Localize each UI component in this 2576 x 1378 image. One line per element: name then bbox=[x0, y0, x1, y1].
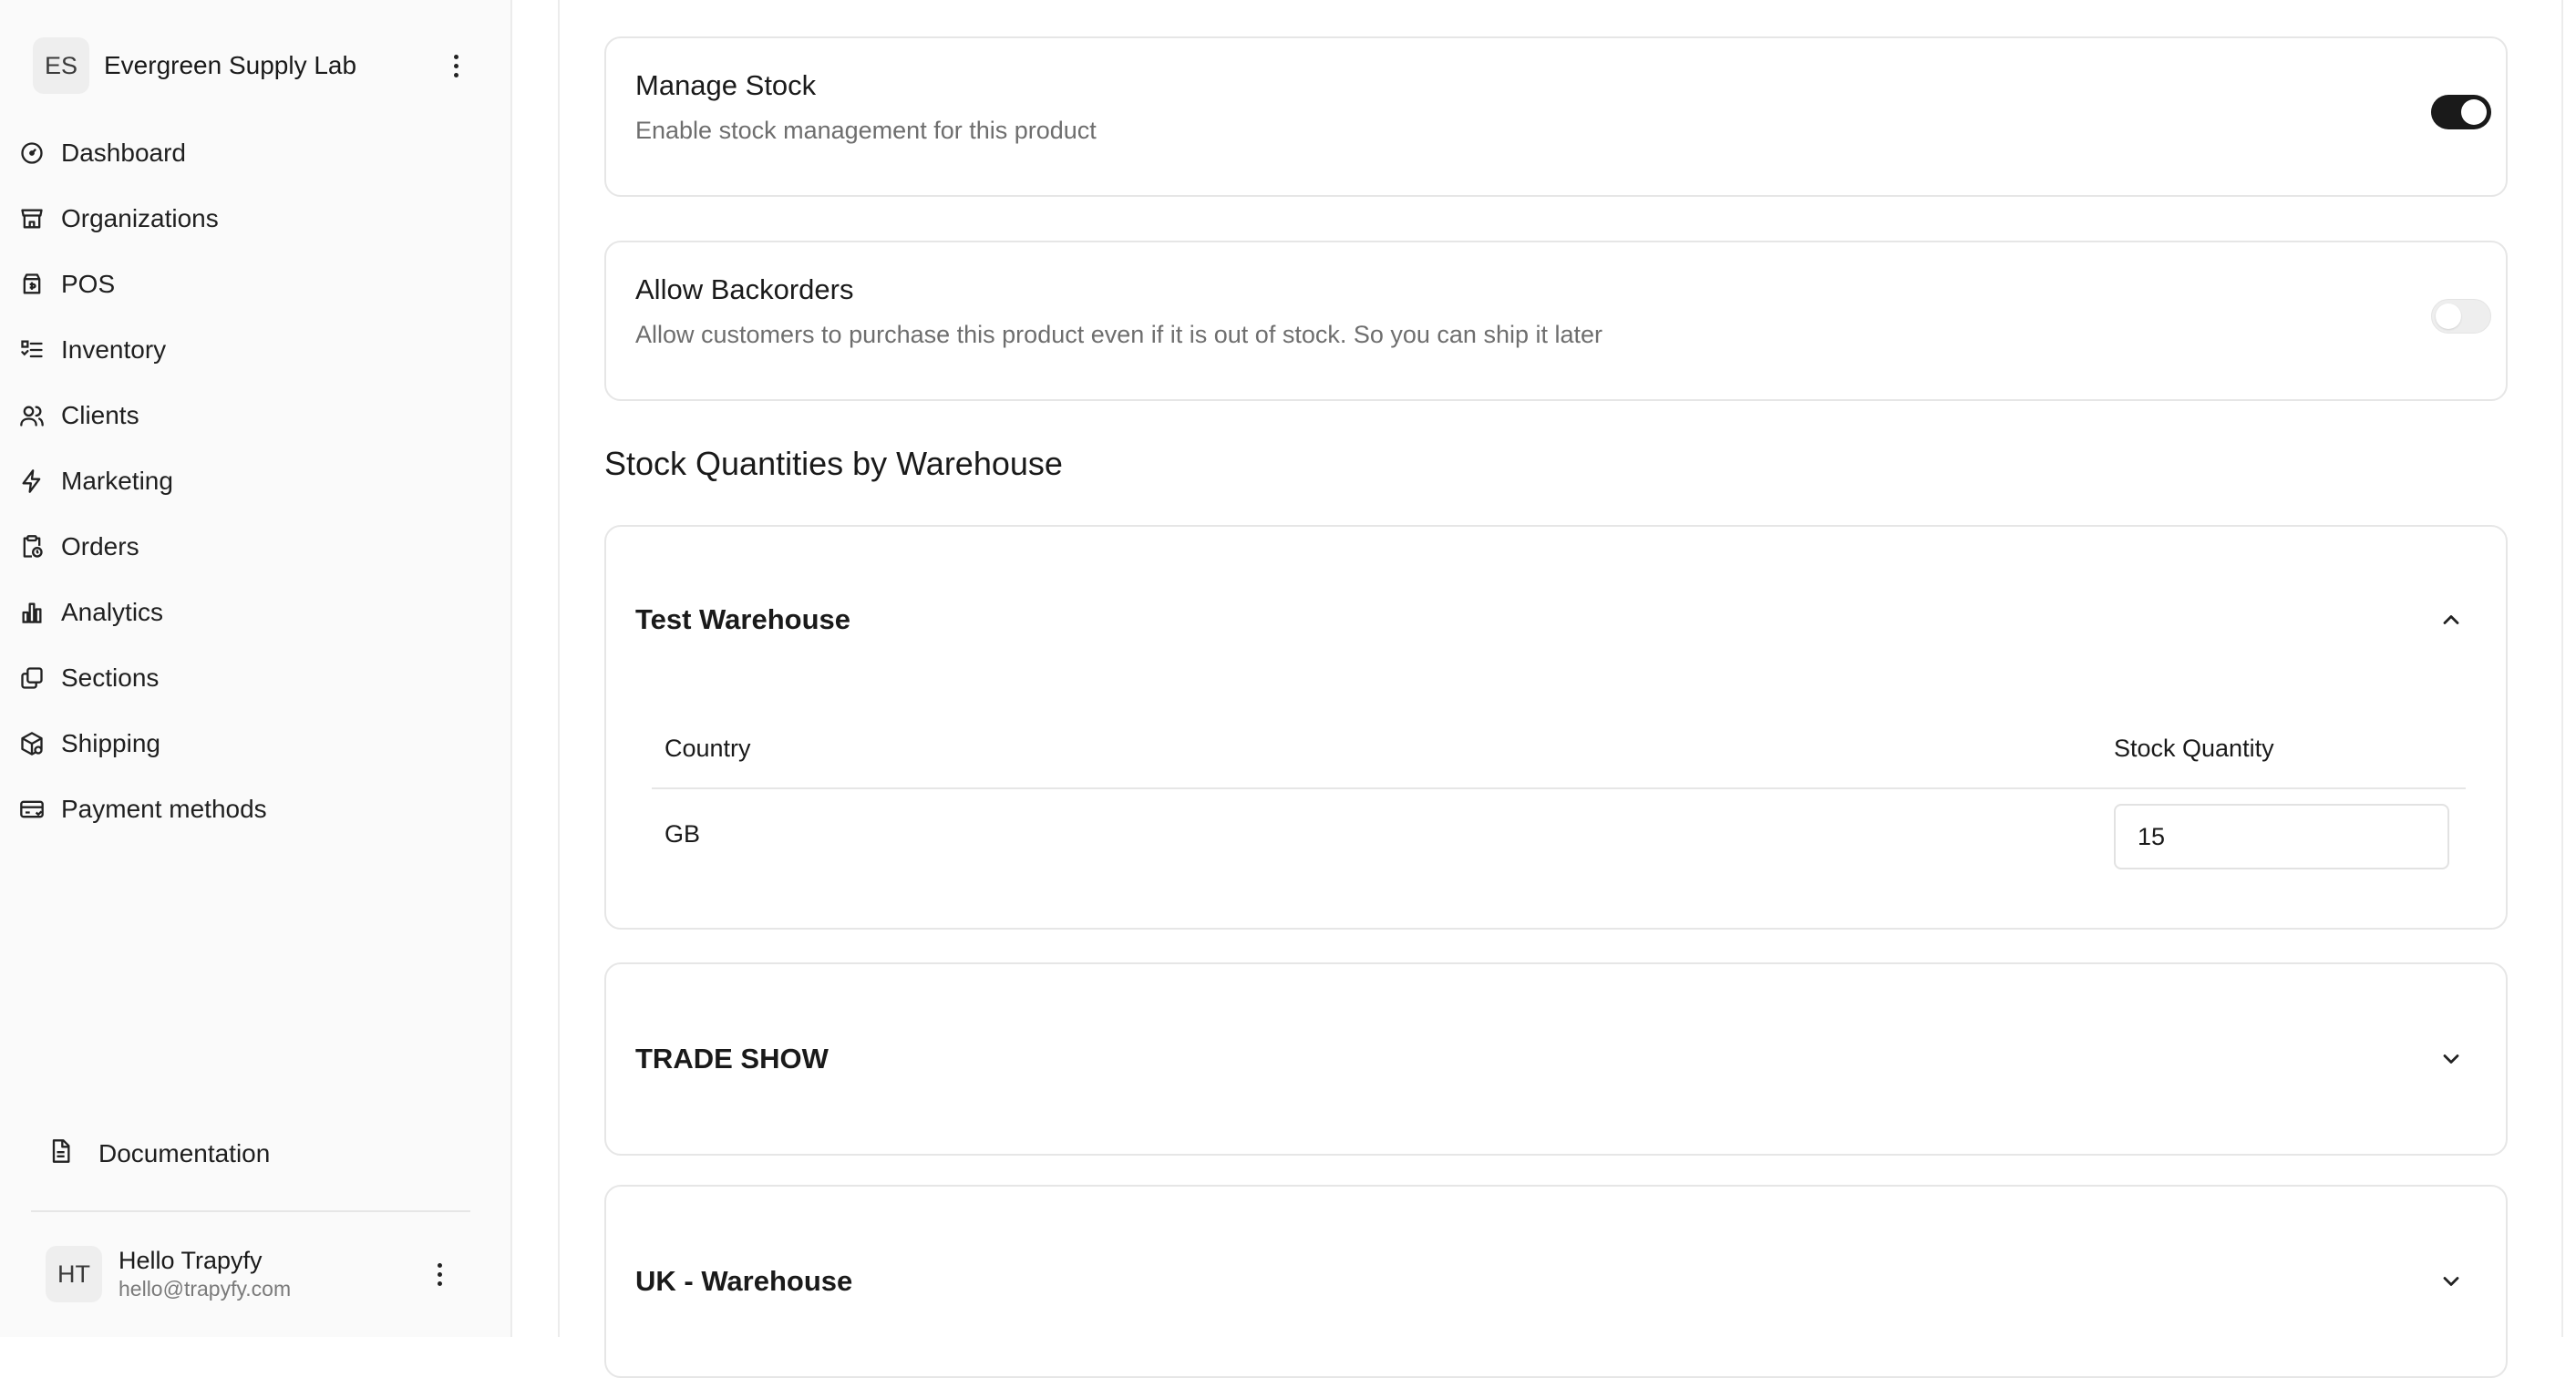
sidebar: ES Evergreen Supply Lab Dashboard Organi… bbox=[0, 0, 512, 1337]
sidebar-item-payment-methods[interactable]: Payment methods bbox=[0, 776, 512, 842]
user-more-icon[interactable] bbox=[423, 1254, 456, 1294]
pos-bag-icon bbox=[18, 271, 46, 298]
sidebar-item-label: Payment methods bbox=[61, 795, 267, 823]
manage-stock-description: Enable stock management for this product bbox=[635, 117, 1097, 144]
manage-stock-card: Manage Stock Enable stock management for… bbox=[604, 36, 2508, 197]
table-divider bbox=[652, 787, 2466, 789]
column-header-country: Country bbox=[665, 735, 751, 762]
store-icon bbox=[18, 205, 46, 232]
sidebar-item-organizations[interactable]: Organizations bbox=[0, 186, 512, 252]
stock-quantity-input[interactable] bbox=[2114, 804, 2449, 869]
allow-backorders-description: Allow customers to purchase this product… bbox=[635, 321, 1603, 348]
sidebar-divider bbox=[31, 1210, 470, 1212]
allow-backorders-toggle[interactable] bbox=[2431, 299, 2491, 334]
credit-card-icon bbox=[18, 796, 46, 823]
warehouse-card-trade-show: TRADE SHOW bbox=[604, 962, 2508, 1156]
package-icon bbox=[18, 730, 46, 757]
user-email: hello@trapyfy.com bbox=[118, 1277, 292, 1301]
warehouse-card-uk-warehouse: UK - Warehouse bbox=[604, 1185, 2508, 1378]
copy-icon bbox=[18, 664, 46, 692]
sidebar-item-label: Shipping bbox=[61, 729, 160, 757]
row-country: GB bbox=[665, 820, 701, 848]
sidebar-item-label: Orders bbox=[61, 532, 139, 560]
document-icon bbox=[47, 1137, 73, 1169]
sidebar-item-dashboard[interactable]: Dashboard bbox=[0, 120, 512, 186]
warehouse-name[interactable]: Test Warehouse bbox=[635, 603, 850, 636]
dashboard-icon bbox=[18, 139, 46, 167]
sidebar-item-pos[interactable]: POS bbox=[0, 252, 512, 317]
warehouse-name[interactable]: TRADE SHOW bbox=[635, 1043, 829, 1075]
manage-stock-toggle[interactable] bbox=[2431, 95, 2491, 129]
sidebar-item-shipping[interactable]: Shipping bbox=[0, 711, 512, 776]
content-right-border bbox=[2561, 0, 2563, 1337]
sidebar-item-clients[interactable]: Clients bbox=[0, 383, 512, 448]
warehouse-name[interactable]: UK - Warehouse bbox=[635, 1265, 852, 1298]
org-name: Evergreen Supply Lab bbox=[104, 51, 357, 79]
inventory-list-icon bbox=[18, 336, 46, 364]
column-header-stock-quantity: Stock Quantity bbox=[2114, 735, 2274, 762]
sidebar-item-label: Marketing bbox=[61, 467, 173, 495]
org-more-icon[interactable] bbox=[439, 46, 472, 86]
users-icon bbox=[18, 402, 46, 429]
sidebar-item-label: Sections bbox=[61, 663, 160, 692]
manage-stock-title: Manage Stock bbox=[635, 69, 817, 101]
lightning-icon bbox=[18, 468, 46, 495]
sidebar-item-label: Analytics bbox=[61, 598, 164, 626]
user-menu[interactable]: HT Hello Trapyfy hello@trapyfy.com bbox=[46, 1239, 474, 1309]
sidebar-nav: Dashboard Organizations POS Inventory Cl… bbox=[0, 120, 512, 842]
content-left-border bbox=[558, 0, 560, 1337]
org-avatar: ES bbox=[33, 37, 89, 94]
allow-backorders-title: Allow Backorders bbox=[635, 273, 854, 305]
sidebar-item-inventory[interactable]: Inventory bbox=[0, 317, 512, 383]
documentation-link[interactable]: Documentation bbox=[47, 1137, 270, 1169]
user-name: Hello Trapyfy bbox=[118, 1247, 263, 1274]
sidebar-item-label: Clients bbox=[61, 401, 139, 429]
sidebar-item-analytics[interactable]: Analytics bbox=[0, 580, 512, 645]
chevron-down-icon[interactable] bbox=[2438, 1046, 2464, 1072]
sidebar-item-label: Dashboard bbox=[61, 139, 186, 167]
sidebar-item-label: Organizations bbox=[61, 204, 219, 232]
chevron-down-icon[interactable] bbox=[2438, 1269, 2464, 1294]
user-avatar: HT bbox=[46, 1246, 102, 1302]
clipboard-icon bbox=[18, 533, 46, 560]
bar-chart-icon bbox=[18, 599, 46, 626]
chevron-up-icon[interactable] bbox=[2438, 607, 2464, 632]
sidebar-item-label: Inventory bbox=[61, 335, 167, 364]
sidebar-item-sections[interactable]: Sections bbox=[0, 645, 512, 711]
sidebar-item-orders[interactable]: Orders bbox=[0, 514, 512, 580]
documentation-label: Documentation bbox=[98, 1138, 271, 1167]
org-switcher[interactable]: ES Evergreen Supply Lab bbox=[33, 33, 470, 98]
warehouse-card-test-warehouse: Test Warehouse Country Stock Quantity GB bbox=[604, 525, 2508, 930]
stock-section-title: Stock Quantities by Warehouse bbox=[604, 445, 1063, 482]
allow-backorders-card: Allow Backorders Allow customers to purc… bbox=[604, 241, 2508, 401]
sidebar-item-marketing[interactable]: Marketing bbox=[0, 448, 512, 514]
sidebar-item-label: POS bbox=[61, 270, 116, 298]
